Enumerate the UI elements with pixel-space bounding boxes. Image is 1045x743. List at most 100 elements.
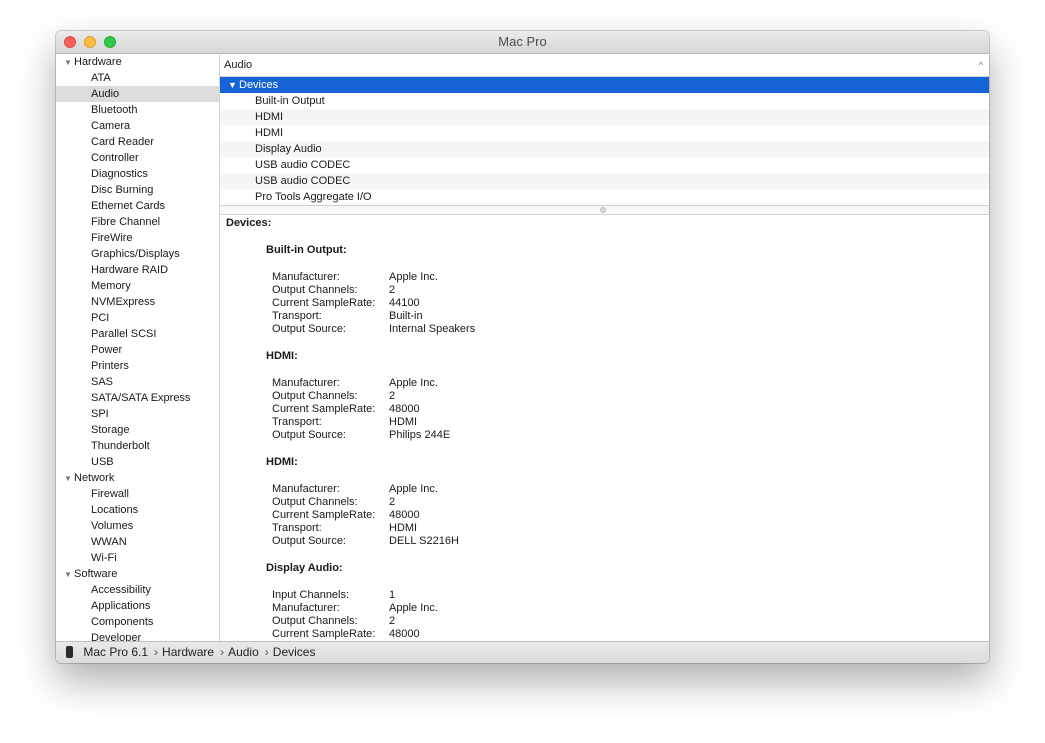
tree-item-hdmi[interactable]: HDMI xyxy=(220,125,989,141)
property-key: Output Source: xyxy=(272,323,346,335)
property-value: Apple Inc. xyxy=(389,377,438,389)
property-row: Current SampleRate: 44100 xyxy=(272,297,989,310)
disclosure-triangle-icon[interactable]: ▼ xyxy=(228,77,239,93)
property-key: Output Source: xyxy=(272,535,346,547)
sidebar-item-nvmexpress[interactable]: NVMExpress xyxy=(56,294,219,310)
sidebar-group-hardware[interactable]: ▼ Hardware xyxy=(56,54,219,70)
list-column-header[interactable]: Audio ^ xyxy=(220,54,989,77)
sidebar-item-bluetooth[interactable]: Bluetooth xyxy=(56,102,219,118)
sidebar-item-power[interactable]: Power xyxy=(56,342,219,358)
property-value: 2 xyxy=(389,390,396,402)
sidebar-item-memory[interactable]: Memory xyxy=(56,278,219,294)
property-row: Manufacturer: Apple Inc. xyxy=(272,377,989,390)
sidebar-item-applications[interactable]: Applications xyxy=(56,598,219,614)
splitter-handle-icon[interactable] xyxy=(600,207,606,213)
tree-item-display-audio[interactable]: Display Audio xyxy=(220,141,989,157)
sidebar-item-sas[interactable]: SAS xyxy=(56,374,219,390)
property-row: Current SampleRate: 48000 xyxy=(272,509,989,522)
path-item-audio[interactable]: Audio xyxy=(228,645,259,659)
sidebar-item-parallel-scsi[interactable]: Parallel SCSI xyxy=(56,326,219,342)
tree-category-devices[interactable]: ▼ Devices xyxy=(220,77,989,93)
sidebar-item-usb[interactable]: USB xyxy=(56,454,219,470)
sidebar-item-wi-fi[interactable]: Wi-Fi xyxy=(56,550,219,566)
disclosure-triangle-icon[interactable]: ▼ xyxy=(64,471,74,487)
property-value: Internal Speakers xyxy=(389,323,476,335)
sidebar-item-locations[interactable]: Locations xyxy=(56,502,219,518)
sidebar-item-camera[interactable]: Camera xyxy=(56,118,219,134)
property-row: Output Channels: 2 xyxy=(272,615,989,628)
path-item-hardware[interactable]: Hardware xyxy=(162,645,214,659)
property-row: Manufacturer: Apple Inc. xyxy=(272,271,989,284)
sidebar-item-pci[interactable]: PCI xyxy=(56,310,219,326)
path-separator-icon: › xyxy=(264,645,269,659)
tree-item-hdmi[interactable]: HDMI xyxy=(220,109,989,125)
property-value: 2 xyxy=(389,496,396,508)
detail-heading: Devices: xyxy=(226,217,272,229)
property-value: 1 xyxy=(389,589,396,601)
device-properties: Input Channels: 1 Manufacturer: Apple Inc. O… xyxy=(272,589,989,641)
sidebar-item-wwan[interactable]: WWAN xyxy=(56,534,219,550)
property-value: HDMI xyxy=(389,416,418,428)
system-information-window: Mac Pro ▼ Hardware ATA Audio Bluetooth Camera… xyxy=(56,31,989,663)
property-value: DELL S2216H xyxy=(389,535,459,547)
sidebar-item-storage[interactable]: Storage xyxy=(56,422,219,438)
sidebar-item-controller[interactable]: Controller xyxy=(56,150,219,166)
sidebar-item-spi[interactable]: SPI xyxy=(56,406,219,422)
device-properties: Manufacturer: Apple Inc. Output Channels: 2… xyxy=(272,271,989,336)
sidebar-item-diagnostics[interactable]: Diagnostics xyxy=(56,166,219,182)
sidebar-item-firewire[interactable]: FireWire xyxy=(56,230,219,246)
pane-splitter[interactable] xyxy=(220,205,989,215)
sidebar-item-ethernet-cards[interactable]: Ethernet Cards xyxy=(56,198,219,214)
property-row: Manufacturer: Apple Inc. xyxy=(272,602,989,615)
window-title: Mac Pro xyxy=(498,34,547,49)
property-value: Apple Inc. xyxy=(389,271,438,283)
property-key: Output Channels: xyxy=(272,390,358,402)
sort-ascending-icon: ^ xyxy=(978,60,983,70)
sidebar-item-ata[interactable]: ATA xyxy=(56,70,219,86)
sidebar-item-firewall[interactable]: Firewall xyxy=(56,486,219,502)
sidebar-item-printers[interactable]: Printers xyxy=(56,358,219,374)
sidebar-item-components[interactable]: Components xyxy=(56,614,219,630)
device-properties: Manufacturer: Apple Inc. Output Channels: 2… xyxy=(272,483,989,548)
sidebar-item-graphics-displays[interactable]: Graphics/Displays xyxy=(56,246,219,262)
property-value: Apple Inc. xyxy=(389,483,438,495)
sidebar-item-volumes[interactable]: Volumes xyxy=(56,518,219,534)
sidebar-item-accessibility[interactable]: Accessibility xyxy=(56,582,219,598)
disclosure-triangle-icon[interactable]: ▼ xyxy=(64,55,74,71)
sidebar-item-disc-burning[interactable]: Disc Burning xyxy=(56,182,219,198)
tree-item-usb-audio-codec[interactable]: USB audio CODEC xyxy=(220,157,989,173)
property-value: Philips 244E xyxy=(389,429,451,441)
device-title: Display Audio: xyxy=(266,562,343,574)
path-separator-icon: › xyxy=(220,645,225,659)
path-item-devices[interactable]: Devices xyxy=(273,645,316,659)
sidebar-item-card-reader[interactable]: Card Reader xyxy=(56,134,219,150)
property-value: 2 xyxy=(389,615,396,627)
property-row: Transport: HDMI xyxy=(272,522,989,535)
property-key: Transport: xyxy=(272,522,322,534)
property-value: HDMI xyxy=(389,522,418,534)
tree-item-usb-audio-codec[interactable]: USB audio CODEC xyxy=(220,173,989,189)
title-bar: Mac Pro xyxy=(56,31,989,54)
property-value: 48000 xyxy=(389,628,420,640)
property-value: Built-in xyxy=(389,310,423,322)
device-title: Built-in Output: xyxy=(266,244,347,256)
sidebar-group-software[interactable]: ▼ Software xyxy=(56,566,219,582)
device-list: ▼ Devices Built-in Output HDMI HDMI Display A… xyxy=(220,77,989,205)
mac-pro-icon xyxy=(66,646,73,658)
sidebar-item-sata-sata-express[interactable]: SATA/SATA Express xyxy=(56,390,219,406)
property-key: Transport: xyxy=(272,310,322,322)
tree-item-pro-tools-aggregate-i-o[interactable]: Pro Tools Aggregate I/O xyxy=(220,189,989,205)
sidebar-item-audio[interactable]: Audio xyxy=(56,86,219,102)
sidebar-item-thunderbolt[interactable]: Thunderbolt xyxy=(56,438,219,454)
path-item-mac-pro-6-1[interactable]: Mac Pro 6.1 xyxy=(83,645,148,659)
property-value: 44100 xyxy=(389,297,420,309)
property-key: Manufacturer: xyxy=(272,483,340,495)
tree-item-built-in-output[interactable]: Built-in Output xyxy=(220,93,989,109)
disclosure-triangle-icon[interactable]: ▼ xyxy=(64,567,74,583)
sidebar-group-network[interactable]: ▼ Network xyxy=(56,470,219,486)
property-value: 2 xyxy=(389,284,396,296)
sidebar-item-fibre-channel[interactable]: Fibre Channel xyxy=(56,214,219,230)
sidebar-item-hardware-raid[interactable]: Hardware RAID xyxy=(56,262,219,278)
device-title: HDMI: xyxy=(266,350,298,362)
tree-category-label: Devices xyxy=(239,79,279,91)
